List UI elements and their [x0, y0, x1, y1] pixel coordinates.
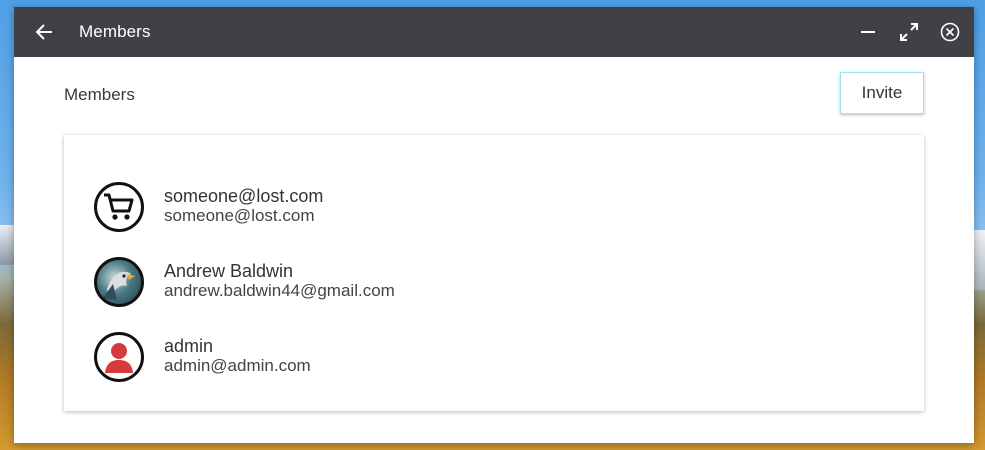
shopping-cart-icon	[104, 193, 134, 220]
back-button[interactable]	[30, 18, 58, 46]
minimize-icon	[861, 31, 875, 33]
list-item[interactable]: admin admin@admin.com	[64, 319, 924, 394]
members-window: Members Members Invite someone@lost.com …	[14, 7, 974, 443]
background-mountain-right	[974, 230, 985, 290]
page-title: Members	[64, 85, 135, 104]
person-icon	[99, 336, 139, 377]
list-item[interactable]: someone@lost.com someone@lost.com	[64, 169, 924, 244]
member-email: andrew.baldwin44@gmail.com	[164, 281, 395, 301]
avatar	[94, 256, 144, 307]
invite-button[interactable]: Invite	[840, 72, 924, 114]
member-name: someone@lost.com	[164, 186, 324, 207]
main-content: Members Invite someone@lost.com someone@…	[14, 57, 974, 411]
avatar	[94, 181, 144, 232]
member-email: someone@lost.com	[164, 206, 315, 226]
member-text: someone@lost.com someone@lost.com	[164, 186, 324, 226]
member-name: admin	[164, 336, 214, 357]
member-text: Andrew Baldwin andrew.baldwin44@gmail.co…	[164, 261, 395, 301]
arrow-left-icon	[35, 24, 52, 40]
title-bar: Members	[14, 7, 974, 57]
close-circle-icon	[940, 22, 960, 42]
maximize-button[interactable]	[895, 18, 923, 46]
window-controls	[854, 18, 964, 46]
minimize-button[interactable]	[854, 18, 882, 46]
avatar	[94, 331, 144, 382]
header-row: Members Invite	[64, 57, 924, 135]
list-item[interactable]: Andrew Baldwin andrew.baldwin44@gmail.co…	[64, 244, 924, 319]
maximize-icon	[900, 23, 918, 41]
background-mountain-left	[0, 225, 14, 265]
members-list: someone@lost.com someone@lost.com Andrew…	[64, 135, 924, 411]
window-title: Members	[79, 22, 151, 41]
member-name: Andrew Baldwin	[164, 261, 294, 282]
member-email: admin@admin.com	[164, 356, 311, 376]
member-text: admin admin@admin.com	[164, 336, 311, 376]
user-photo-icon	[103, 271, 135, 300]
close-button[interactable]	[936, 18, 964, 46]
